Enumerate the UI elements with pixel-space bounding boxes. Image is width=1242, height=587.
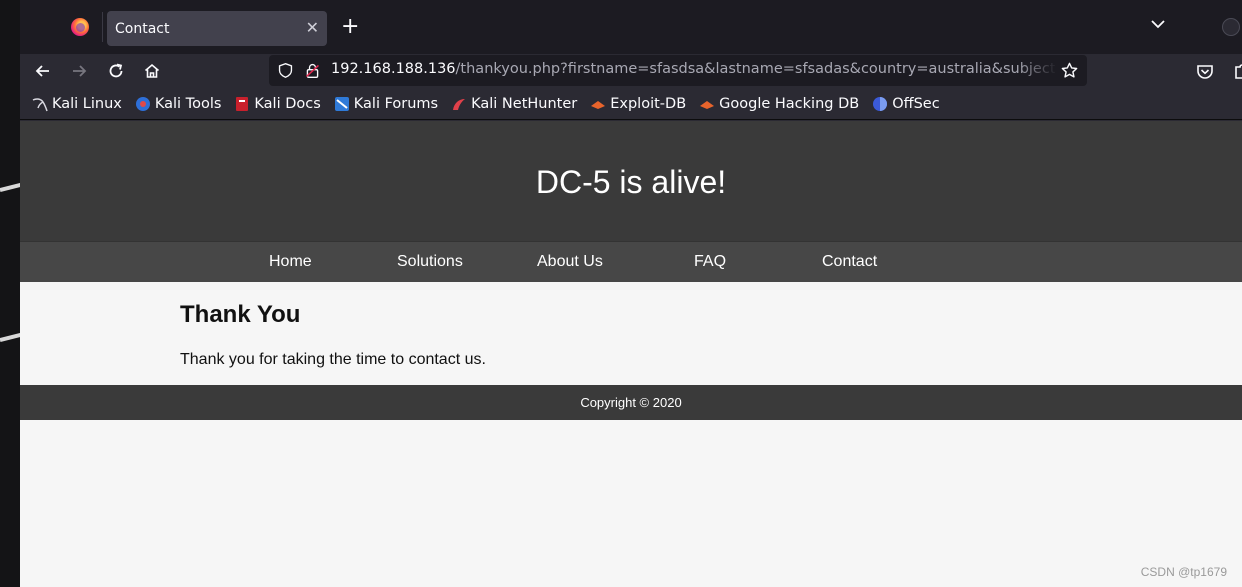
kali-docs-icon <box>236 96 249 111</box>
kali-tools-icon <box>135 96 150 111</box>
bookmark-label: Google Hacking DB <box>719 95 860 112</box>
bookmark-label: Exploit-DB <box>610 95 687 112</box>
browser-window: Contact ✕ + 192.168.188.136/thankyou.php… <box>20 0 1242 587</box>
copyright-text: Copyright © 2020 <box>580 395 682 410</box>
bookmark-kali-linux[interactable]: Kali Linux <box>32 96 122 112</box>
url-text: 192.168.188.136/thankyou.php?firstname=s… <box>331 61 1055 77</box>
url-path: /thankyou.php?firstname=sfasdsa&lastname… <box>455 61 1055 77</box>
bookmark-label: Kali Linux <box>52 95 122 112</box>
home-button[interactable] <box>142 61 162 81</box>
thank-you-message: Thank you for taking the time to contact… <box>180 351 486 368</box>
pocket-icon[interactable] <box>1195 61 1215 81</box>
firefox-logo-icon[interactable] <box>71 18 89 36</box>
desktop-background <box>0 0 22 587</box>
address-bar[interactable]: 192.168.188.136/thankyou.php?firstname=s… <box>269 55 1087 86</box>
main-content: Thank You Thank you for taking the time … <box>20 282 1242 385</box>
bookmark-label: OffSec <box>892 95 940 112</box>
bookmark-label: Kali Forums <box>353 95 439 112</box>
insecure-lock-icon[interactable] <box>304 62 321 79</box>
bookmark-kali-docs[interactable]: Kali Docs <box>234 95 321 112</box>
bookmark-kali-nethunter[interactable]: Kali NetHunter <box>451 96 577 112</box>
nav-link-faq[interactable]: FAQ <box>694 253 726 271</box>
tab-title: Contact <box>115 20 170 37</box>
shield-icon[interactable] <box>277 62 294 79</box>
account-icon[interactable] <box>1222 18 1240 36</box>
bookmark-label: Kali NetHunter <box>471 95 578 112</box>
kali-dragon-icon <box>32 97 48 111</box>
kali-forums-icon <box>334 96 349 111</box>
ghdb-icon <box>700 100 715 109</box>
navigation-toolbar: 192.168.188.136/thankyou.php?firstname=s… <box>20 54 1242 88</box>
offsec-icon <box>873 96 888 111</box>
bookmarks-toolbar: Kali Linux Kali Tools Kali Docs Kali For… <box>20 88 1242 120</box>
watermark: CSDN @tp1679 <box>1140 565 1227 579</box>
url-fade <box>1017 55 1057 86</box>
tab-contact[interactable]: Contact ✕ <box>107 11 327 46</box>
site-header: DC-5 is alive! <box>20 121 1242 241</box>
extensions-icon[interactable] <box>1232 61 1242 81</box>
new-tab-button[interactable]: + <box>341 15 359 39</box>
page-heading: Thank You <box>180 301 301 328</box>
nav-link-about-us[interactable]: About Us <box>537 253 603 271</box>
reload-button[interactable] <box>106 61 126 81</box>
forward-button[interactable] <box>69 61 89 81</box>
back-button[interactable] <box>33 61 53 81</box>
bookmark-kali-tools[interactable]: Kali Tools <box>135 95 222 112</box>
close-tab-icon[interactable]: ✕ <box>306 19 319 37</box>
site-title: DC-5 is alive! <box>535 163 727 200</box>
exploit-db-icon <box>591 100 606 109</box>
nav-link-contact[interactable]: Contact <box>822 253 877 271</box>
nav-link-solutions[interactable]: Solutions <box>397 253 463 271</box>
bookmark-label: Kali Tools <box>154 95 222 112</box>
bookmark-google-hacking-db[interactable]: Google Hacking DB <box>699 96 859 112</box>
bookmark-kali-forums[interactable]: Kali Forums <box>334 96 438 112</box>
site-nav: Home Solutions About Us FAQ Contact <box>20 241 1242 282</box>
nav-link-home[interactable]: Home <box>269 253 312 271</box>
chevron-down-icon[interactable] <box>1148 14 1168 34</box>
bookmark-star-icon[interactable] <box>1060 61 1079 80</box>
site-footer: Copyright © 2020 <box>20 385 1242 420</box>
url-host: 192.168.188.136 <box>331 61 456 77</box>
bookmark-label: Kali Docs <box>254 95 321 112</box>
bookmark-exploit-db[interactable]: Exploit-DB <box>590 96 686 112</box>
bookmark-offsec[interactable]: OffSec <box>872 96 940 112</box>
tab-strip: Contact ✕ + <box>20 0 1242 54</box>
nethunter-icon <box>453 98 466 110</box>
tab-separator <box>102 12 103 42</box>
page-viewport: DC-5 is alive! Home Solutions About Us F… <box>20 121 1242 587</box>
